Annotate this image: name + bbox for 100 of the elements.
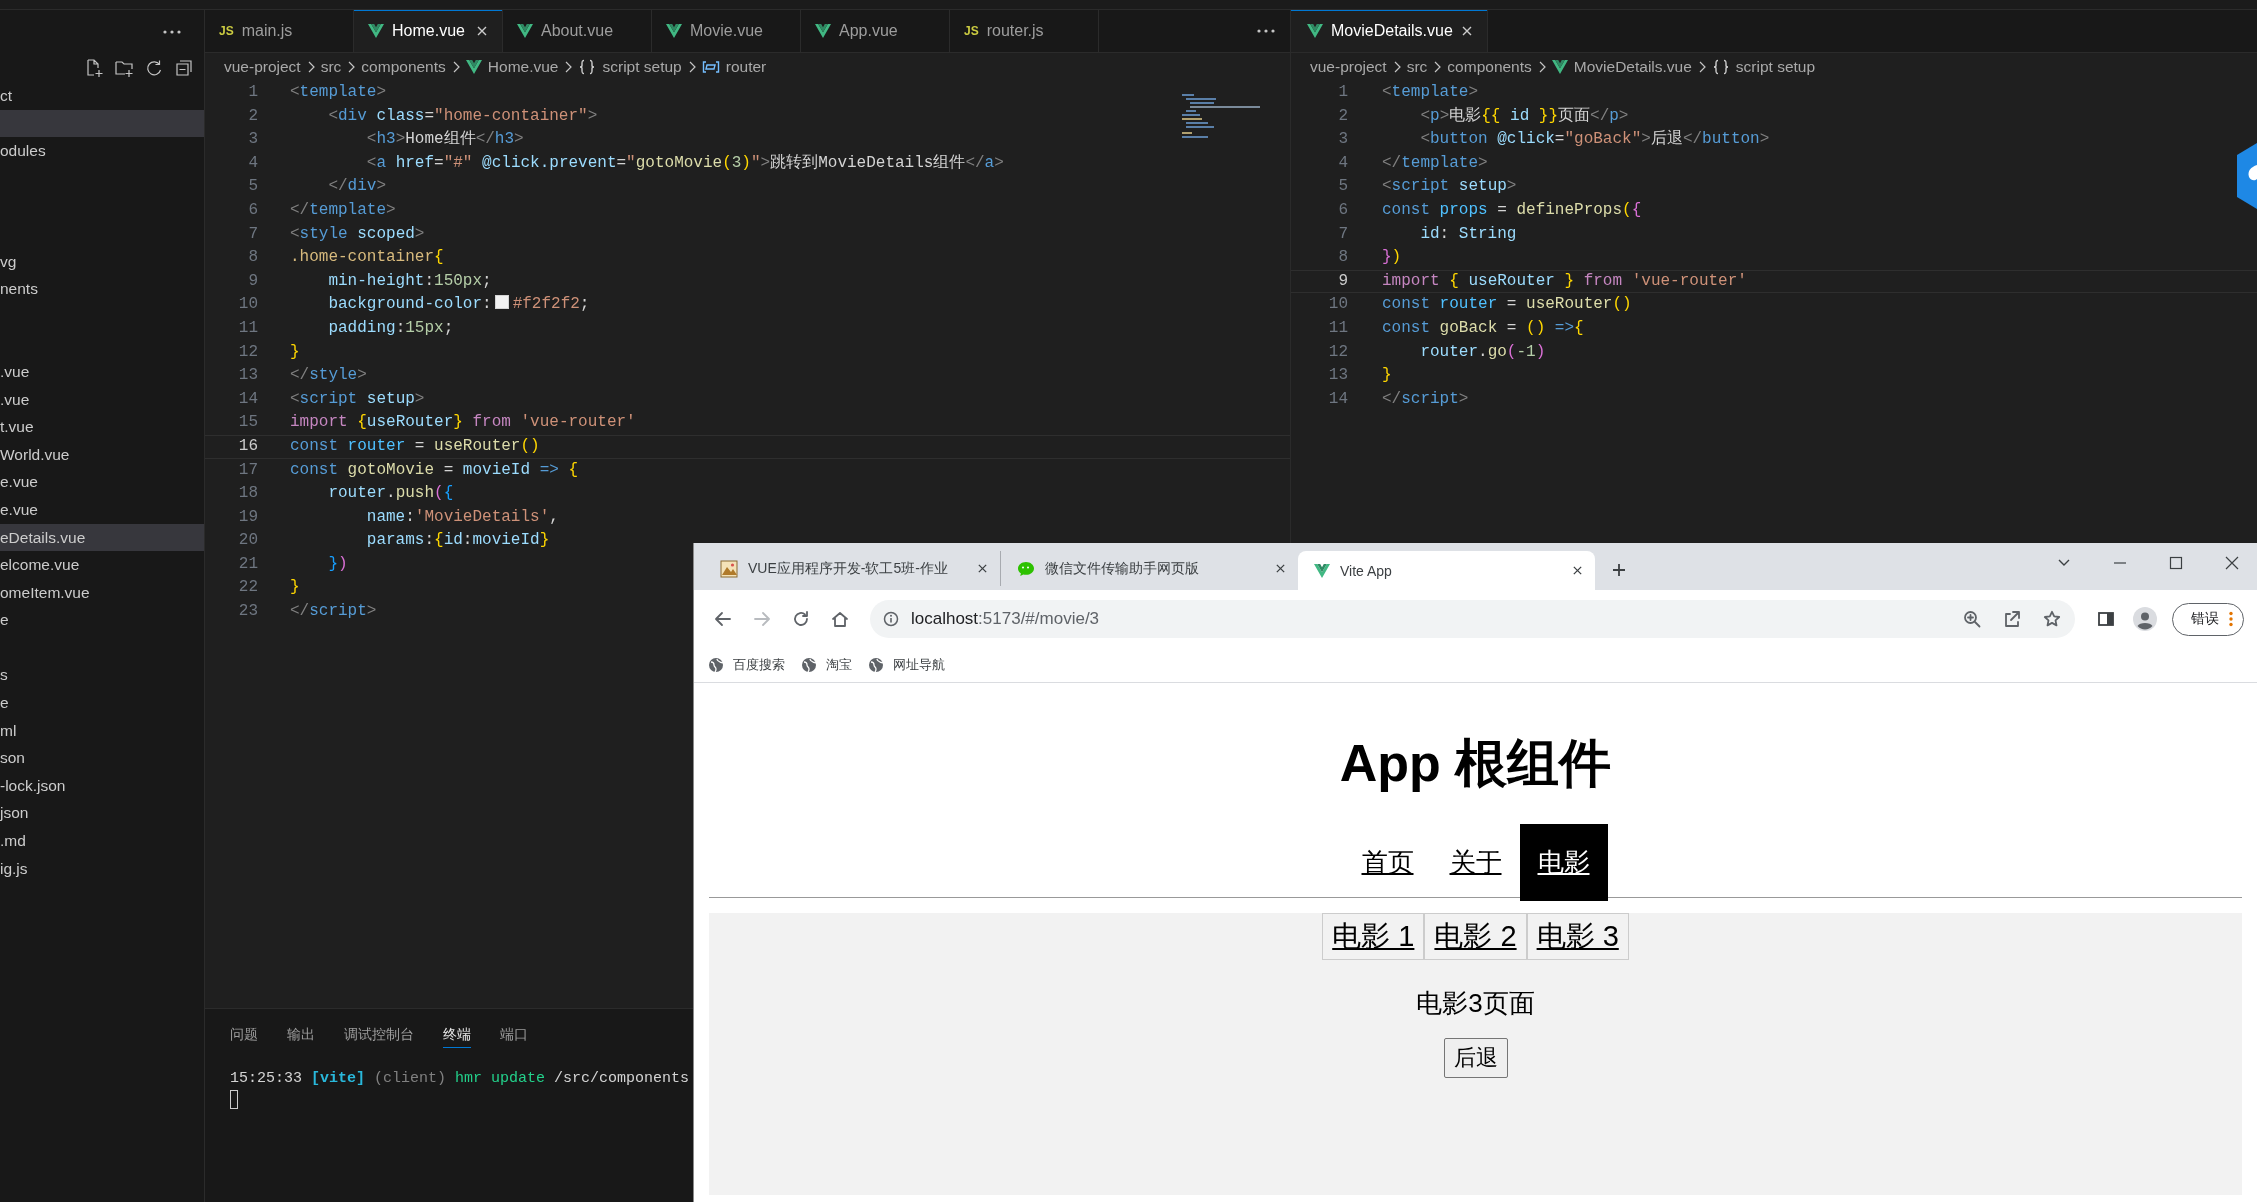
tree-row[interactable]: son <box>0 744 204 772</box>
panel-tab[interactable]: 调试控制台 <box>344 1025 414 1048</box>
line-number: 20 <box>237 530 258 552</box>
line-number: 15 <box>237 412 258 434</box>
tree-row[interactable]: e.vue <box>0 495 204 524</box>
code-line: router.push({ <box>327 483 454 505</box>
code-line: </template> <box>290 199 396 221</box>
breadcrumb-item[interactable]: Home.vue <box>465 58 559 76</box>
panel-tab[interactable]: 输出 <box>287 1025 315 1048</box>
nav-link[interactable]: 关于 <box>1431 824 1520 901</box>
code-line: } <box>1382 365 1392 387</box>
code-line: <script setup> <box>1382 176 1517 198</box>
breadcrumb-item[interactable]: vue-project <box>224 58 301 76</box>
editor-tab[interactable]: MovieDetails.vue <box>1291 10 1488 52</box>
breadcrumb-item[interactable]: components <box>361 58 446 76</box>
code-line: </template> <box>1382 152 1488 174</box>
editor-tab[interactable]: About.vue <box>503 10 652 52</box>
line-number: 8 <box>247 247 258 269</box>
code-line: id: String <box>1419 223 1517 245</box>
tree-row[interactable]: .vue <box>0 357 204 386</box>
tree-row[interactable]: ig.js <box>0 854 204 883</box>
page-heading: App 根组件 <box>1338 733 1613 793</box>
code-line: <p>电影{{ id }}页面</p> <box>1419 105 1629 127</box>
back-button[interactable]: 后退 <box>1443 1038 1508 1078</box>
line-number: 16 <box>237 435 258 457</box>
tree-row[interactable]: odules <box>0 137 204 165</box>
movie-link[interactable]: 电影 1 <box>1322 913 1425 960</box>
line-number: 3 <box>1337 129 1348 151</box>
line-number: 12 <box>1327 341 1348 363</box>
breadcrumb-item[interactable]: MovieDetails.vue <box>1551 58 1692 76</box>
bookmark[interactable]: 百度搜索 <box>708 656 785 674</box>
code-line: const gotoMovie = movieId => { <box>290 459 579 481</box>
tree-row[interactable]: nents <box>0 275 204 303</box>
code-line: }) <box>327 553 348 575</box>
tree-row[interactable]: e.vue <box>0 468 204 496</box>
code-line: }) <box>1382 247 1402 269</box>
code-line: import {useRouter} from 'vue-router' <box>290 412 636 434</box>
browser-tab[interactable]: 微信文件传输助手网页版 <box>1001 551 1298 586</box>
panel-tab[interactable]: 端口 <box>500 1025 528 1048</box>
line-number: 18 <box>237 483 258 505</box>
line-number: 13 <box>1327 365 1348 387</box>
code-line: name:'MovieDetails', <box>365 506 559 528</box>
js-file-icon: JS <box>964 24 979 38</box>
tree-row[interactable]: -lock.json <box>0 771 204 800</box>
panel-tab[interactable]: 终端 <box>443 1025 471 1048</box>
line-number: 22 <box>237 577 258 599</box>
tree-row[interactable]: elcome.vue <box>0 551 204 579</box>
line-number: 10 <box>237 294 258 316</box>
bookmark[interactable]: 淘宝 <box>801 656 852 674</box>
panel-tab[interactable]: 问题 <box>230 1025 258 1048</box>
breadcrumb-item[interactable]: script setup <box>578 58 682 76</box>
code-line: const props = defineProps({ <box>1382 199 1642 221</box>
browser-tab[interactable]: Vite App <box>1298 551 1595 590</box>
tree-row[interactable]: e <box>0 606 204 634</box>
code-line: const goBack = () =>{ <box>1382 317 1584 339</box>
tree-row[interactable]: omeItem.vue <box>0 578 204 607</box>
tree-row[interactable]: eDetails.vue <box>0 523 204 552</box>
code-line: <template> <box>290 82 387 103</box>
url-text: localhost:5173/#/movie/3 <box>911 609 1100 629</box>
breadcrumb-item[interactable]: vue-project <box>1310 58 1387 76</box>
terminal-line: 15:25:33 [vite] (client) hmr update /src/components <box>230 1069 691 1089</box>
error-button[interactable]: 错误 <box>2172 602 2244 636</box>
tree-row[interactable]: .md <box>0 827 204 855</box>
tree-row[interactable]: ml <box>0 716 204 745</box>
editor-tab[interactable]: Home.vue <box>354 10 503 52</box>
editor-tab[interactable]: App.vue <box>801 10 950 52</box>
tree-row[interactable]: ct <box>0 82 204 110</box>
breadcrumb-item[interactable]: src <box>320 58 342 76</box>
bookmark[interactable]: 网址导航 <box>868 656 945 674</box>
tree-row[interactable]: vg <box>0 247 204 276</box>
line-number: 17 <box>237 459 258 481</box>
breadcrumb-item[interactable]: script setup <box>1711 58 1816 76</box>
line-number: 14 <box>1327 388 1348 410</box>
editor-tab[interactable]: JS router.js <box>950 10 1099 52</box>
page-text: 电影3页面 <box>1416 988 1535 1018</box>
nav-link[interactable]: 电影 <box>1519 824 1608 901</box>
code-line: params:{id:movieId} <box>365 530 550 552</box>
code-line: <button @click="goBack">后退</button> <box>1419 129 1770 151</box>
line-number: 9 <box>1337 270 1348 292</box>
breadcrumb-item[interactable]: components <box>1447 58 1532 76</box>
movie-link[interactable]: 电影 2 <box>1424 913 1527 960</box>
line-number: 1 <box>247 82 258 103</box>
address-bar[interactable]: localhost:5173/#/movie/3 <box>870 600 2075 638</box>
breadcrumb-item[interactable]: src <box>1406 58 1428 76</box>
line-number: 3 <box>247 129 258 151</box>
tree-row[interactable]: e <box>0 689 204 717</box>
tree-row[interactable]: World.vue <box>0 440 204 469</box>
tree-row[interactable]: t.vue <box>0 413 204 441</box>
js-file-icon: JS <box>219 24 234 38</box>
nav-link[interactable]: 首页 <box>1343 824 1432 901</box>
tree-row[interactable]: .vue <box>0 385 204 414</box>
code-line: <script setup> <box>290 388 425 410</box>
editor-tab[interactable]: Movie.vue <box>652 10 801 52</box>
code-line: const router = useRouter() <box>1382 294 1632 316</box>
tree-row[interactable]: json <box>0 799 204 828</box>
movie-link[interactable]: 电影 3 <box>1526 913 1629 960</box>
browser-tab[interactable]: VUE应用程序开发-软工5班-作业 <box>704 551 1001 586</box>
tree-row[interactable]: s <box>0 661 204 690</box>
line-number: 1 <box>1337 82 1348 103</box>
breadcrumb-item[interactable]: router <box>701 58 767 76</box>
